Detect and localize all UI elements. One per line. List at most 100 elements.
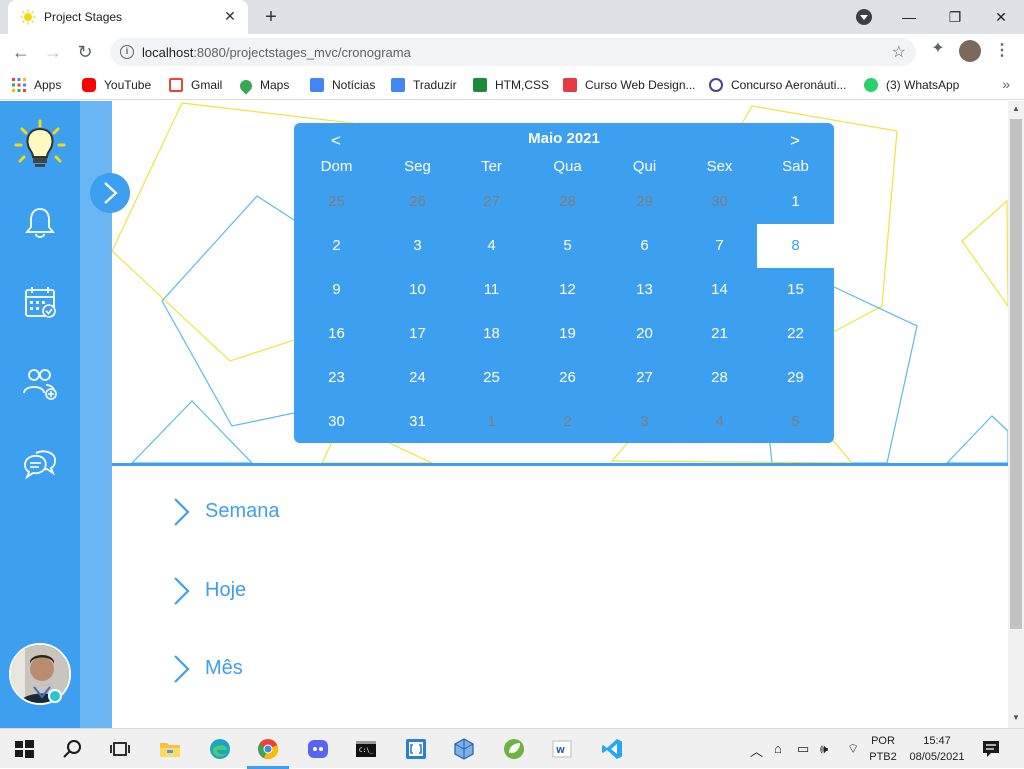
day-cell[interactable]: 12	[529, 268, 606, 312]
new-tab-button[interactable]: +	[260, 6, 282, 28]
show-hidden-icons-icon[interactable]: ︿	[750, 741, 763, 760]
back-icon[interactable]: ←	[9, 40, 33, 64]
users-add-icon[interactable]	[20, 363, 60, 403]
spring-tool-icon[interactable]	[502, 737, 526, 761]
search-icon[interactable]	[60, 737, 84, 761]
scroll-up-icon[interactable]: ▲	[1011, 104, 1021, 114]
day-cell[interactable]: 5	[757, 400, 834, 443]
day-cell[interactable]: 9	[298, 268, 375, 312]
day-cell[interactable]: 24	[379, 356, 456, 400]
bookmark-htmcss[interactable]: HTM,CSS	[473, 77, 549, 93]
page-scrollbar[interactable]: ▲ ▼	[1008, 101, 1024, 728]
notifications-icon[interactable]	[980, 738, 1002, 760]
bookmark-concurso[interactable]: Concurso Aeronáuti...	[709, 77, 846, 93]
bookmark-traduzir[interactable]: Traduzir	[391, 77, 457, 93]
meet-now-icon[interactable]: ⌂	[774, 741, 782, 756]
day-cell[interactable]: 28	[681, 356, 758, 400]
edge-browser-icon[interactable]	[208, 737, 232, 761]
volume-icon[interactable]: 🕪	[820, 741, 828, 757]
brackets-editor-icon[interactable]	[404, 737, 428, 761]
day-cell[interactable]: 10	[379, 268, 456, 312]
minimize-icon[interactable]: —	[896, 4, 922, 30]
bookmark-youtube[interactable]: YouTube	[82, 77, 151, 93]
day-cell[interactable]: 27	[606, 356, 683, 400]
day-cell[interactable]: 7	[681, 224, 758, 268]
day-cell[interactable]: 4	[681, 400, 758, 443]
next-month-button[interactable]: >	[780, 131, 810, 151]
day-cell[interactable]: 2	[298, 224, 375, 268]
day-cell-selected[interactable]: 8	[757, 224, 834, 268]
day-cell[interactable]: 19	[529, 312, 606, 356]
browser-tab[interactable]: Project Stages ✕	[8, 0, 248, 34]
language-indicator[interactable]: POR PTB2	[868, 733, 898, 765]
day-cell[interactable]: 13	[606, 268, 683, 312]
forward-icon[interactable]: →	[41, 40, 65, 64]
day-cell[interactable]: 30	[298, 400, 375, 443]
wifi-icon[interactable]: ⌔	[847, 741, 859, 757]
battery-icon[interactable]: ▭	[797, 741, 809, 757]
day-cell[interactable]: 21	[681, 312, 758, 356]
day-cell[interactable]: 2	[529, 400, 606, 443]
day-cell[interactable]: 22	[757, 312, 834, 356]
day-cell[interactable]: 31	[379, 400, 456, 443]
day-cell[interactable]: 26	[379, 180, 456, 224]
day-cell[interactable]: 27	[453, 180, 530, 224]
day-cell[interactable]: 29	[757, 356, 834, 400]
bookmark-gmail[interactable]: Gmail	[169, 77, 222, 93]
day-cell[interactable]: 1	[757, 180, 834, 224]
day-cell[interactable]: 14	[681, 268, 758, 312]
day-cell[interactable]: 23	[298, 356, 375, 400]
site-info-icon[interactable]: i	[120, 45, 134, 59]
bookmark-noticias[interactable]: Notícias	[310, 77, 375, 93]
day-cell[interactable]: 6	[606, 224, 683, 268]
windows-start-icon[interactable]	[12, 737, 36, 761]
more-bookmarks-icon[interactable]: »	[1002, 76, 1010, 92]
bookmark-whatsapp[interactable]: (3) WhatsApp	[864, 77, 959, 93]
day-cell[interactable]: 3	[606, 400, 683, 443]
day-cell[interactable]: 16	[298, 312, 375, 356]
day-cell[interactable]: 4	[453, 224, 530, 268]
day-cell[interactable]: 25	[298, 180, 375, 224]
expand-sidebar-button[interactable]	[90, 173, 130, 213]
day-cell[interactable]: 15	[757, 268, 834, 312]
bookmark-maps[interactable]: Maps	[237, 77, 289, 95]
day-cell[interactable]: 28	[529, 180, 606, 224]
day-cell[interactable]: 17	[379, 312, 456, 356]
bookmark-star-icon[interactable]: ☆	[892, 42, 906, 62]
tab-search-icon[interactable]	[856, 9, 872, 25]
day-cell[interactable]: 29	[606, 180, 683, 224]
day-cell[interactable]: 25	[453, 356, 530, 400]
scroll-down-icon[interactable]: ▼	[1011, 713, 1021, 723]
file-explorer-icon[interactable]	[158, 737, 182, 761]
day-cell[interactable]: 20	[606, 312, 683, 356]
terminal-icon[interactable]: C:\_	[354, 737, 378, 761]
bookmark-curso-web-design[interactable]: Curso Web Design...	[563, 77, 696, 93]
system-clock[interactable]: 15:47 08/05/2021	[905, 733, 969, 765]
address-bar[interactable]: i localhost:8080/projectstages_mvc/crono…	[110, 38, 916, 66]
browser-menu-icon[interactable]: ⋮	[993, 40, 1011, 62]
scroll-thumb[interactable]	[1010, 119, 1022, 629]
close-tab-icon[interactable]: ✕	[222, 8, 238, 24]
java-app-icon[interactable]: W	[550, 737, 574, 761]
vscode-icon[interactable]	[600, 737, 624, 761]
chrome-browser-icon[interactable]	[256, 737, 280, 761]
close-window-icon[interactable]: ✕	[988, 4, 1014, 30]
day-cell[interactable]: 5	[529, 224, 606, 268]
bookmark-apps[interactable]: Apps	[12, 77, 61, 93]
task-view-icon[interactable]	[108, 737, 132, 761]
extensions-icon[interactable]: ✦	[929, 40, 947, 58]
lightbulb-logo-icon[interactable]	[14, 119, 66, 171]
restore-icon[interactable]: ❐	[942, 4, 968, 30]
chat-icon[interactable]	[20, 443, 60, 483]
virtualbox-icon[interactable]	[452, 737, 476, 761]
bell-icon[interactable]	[20, 203, 60, 243]
day-cell[interactable]: 1	[453, 400, 530, 443]
reload-icon[interactable]: ↻	[73, 40, 97, 64]
day-cell[interactable]: 18	[453, 312, 530, 356]
calendar-check-icon[interactable]	[20, 282, 60, 322]
day-cell[interactable]: 26	[529, 356, 606, 400]
day-cell[interactable]: 30	[681, 180, 758, 224]
day-cell[interactable]: 11	[453, 268, 530, 312]
discord-icon[interactable]	[306, 737, 330, 761]
day-cell[interactable]: 3	[379, 224, 456, 268]
